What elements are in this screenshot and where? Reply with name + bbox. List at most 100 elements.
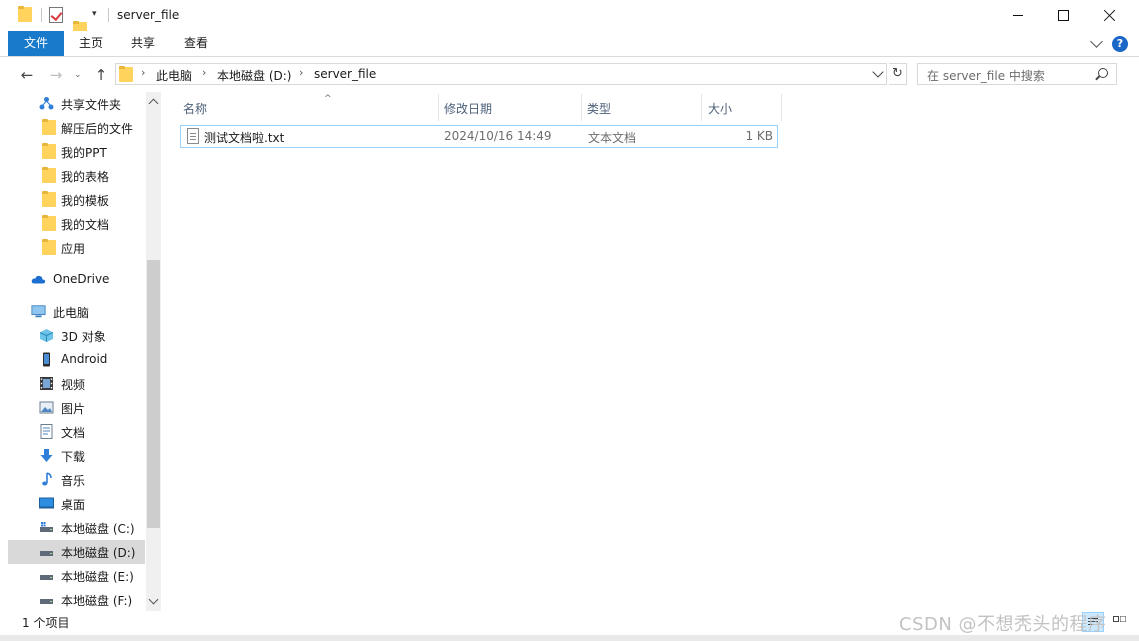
drive-icon — [40, 575, 53, 580]
chevron-right-icon[interactable]: › — [299, 66, 303, 79]
breadcrumb-drive-d[interactable]: 本地磁盘 (D:) — [217, 67, 291, 84]
search-input[interactable]: 在 server_file 中搜索 — [917, 63, 1117, 85]
column-header-name[interactable]: ^ 名称 — [183, 94, 332, 120]
customize-toolbar-icon[interactable]: ▾ — [92, 9, 97, 19]
sidebar-item-my-documents[interactable]: 我的文档 — [8, 212, 145, 236]
cloud-icon — [31, 275, 46, 284]
maximize-icon — [1057, 10, 1069, 21]
title-bar: ▾ server_file — [0, 0, 1139, 37]
picture-icon — [39, 401, 54, 414]
chevron-down-icon[interactable] — [872, 66, 884, 78]
sidebar-item-this-pc[interactable]: 此电脑 — [8, 300, 145, 324]
share-icon — [39, 97, 54, 110]
sidebar-item-label: 下载 — [61, 450, 86, 464]
recent-locations-icon[interactable]: ⌄ — [74, 70, 82, 80]
scrollbar-thumb[interactable] — [147, 260, 160, 528]
download-icon — [40, 449, 53, 462]
sidebar-item-label: OneDrive — [53, 272, 110, 286]
file-type: 文本文档 — [588, 131, 637, 145]
sidebar-item-label: 我的文档 — [61, 218, 110, 232]
sidebar-item-my-ppt[interactable]: 我的PPT — [8, 140, 145, 164]
sidebar-item-label: 共享文件夹 — [61, 98, 122, 112]
sidebar-item-documents[interactable]: 文档 — [8, 420, 145, 444]
close-button[interactable] — [1086, 0, 1132, 31]
tab-home[interactable]: 主页 — [66, 31, 116, 56]
folder-icon — [42, 143, 56, 159]
phone-icon — [43, 352, 50, 367]
sidebar-item-drive-f[interactable]: 本地磁盘 (F:) — [8, 588, 145, 612]
close-icon — [1103, 9, 1116, 22]
forward-button[interactable]: → — [47, 66, 65, 84]
computer-icon — [31, 305, 46, 318]
navigation-bar: ← → ⌄ ↑ › 此电脑 › 本地磁盘 (D:) › server_file … — [0, 58, 1139, 92]
column-divider[interactable] — [438, 94, 439, 121]
maximize-button[interactable] — [1040, 0, 1086, 31]
sidebar-item-label: 本地磁盘 (C:) — [61, 522, 135, 536]
sidebar-item-label: 本地磁盘 (D:) — [61, 546, 136, 560]
column-divider[interactable] — [781, 94, 782, 121]
ribbon: 文件 主页 共享 查看 ? — [0, 31, 1139, 57]
search-icon[interactable] — [1098, 68, 1108, 78]
column-divider[interactable] — [701, 94, 702, 121]
sidebar-item-my-sheets[interactable]: 我的表格 — [8, 164, 145, 188]
sidebar-item-drive-d[interactable]: 本地磁盘 (D:) — [8, 540, 145, 564]
sidebar-item-android[interactable]: Android — [8, 348, 145, 372]
minimize-button[interactable] — [995, 0, 1041, 31]
sidebar-item-onedrive[interactable]: OneDrive — [8, 268, 145, 292]
properties-icon[interactable] — [49, 7, 63, 23]
table-row[interactable]: 测试文档啦.txt 2024/10/16 14:49 文本文档 1 KB — [180, 125, 778, 148]
chevron-right-icon[interactable]: › — [202, 66, 206, 79]
sidebar-item-drive-e[interactable]: 本地磁盘 (E:) — [8, 564, 145, 588]
document-icon — [40, 424, 53, 439]
separator — [41, 8, 42, 22]
sidebar-scrollbar[interactable] — [146, 92, 161, 611]
sidebar-item-label: 本地磁盘 (E:) — [61, 570, 134, 584]
address-bar[interactable]: › 此电脑 › 本地磁盘 (D:) › server_file — [115, 63, 887, 85]
sidebar-item-downloads[interactable]: 下载 — [8, 444, 145, 468]
sidebar-item-drive-c[interactable]: 本地磁盘 (C:) — [8, 516, 145, 540]
scroll-up-icon[interactable] — [148, 98, 159, 109]
refresh-button[interactable]: ↻ — [889, 63, 907, 85]
sidebar-item-desktop[interactable]: 桌面 — [8, 492, 145, 516]
sidebar-item-label: 视频 — [61, 378, 86, 392]
sidebar-item-label: 文档 — [61, 426, 86, 440]
sidebar-item-extracted-files[interactable]: 解压后的文件 — [8, 116, 145, 140]
minimize-icon — [1013, 15, 1023, 16]
tab-file[interactable]: 文件 — [8, 31, 64, 56]
drive-icon — [40, 551, 53, 556]
sidebar-item-videos[interactable]: 视频 — [8, 372, 145, 396]
sidebar-item-apps[interactable]: 应用 — [8, 236, 145, 260]
column-header-size[interactable]: 大小 — [708, 100, 732, 124]
breadcrumb-server-file[interactable]: server_file — [314, 67, 376, 81]
sidebar-item-3d-objects[interactable]: 3D 对象 — [8, 324, 145, 348]
sidebar-item-pictures[interactable]: 图片 — [8, 396, 145, 420]
help-icon[interactable]: ? — [1112, 36, 1128, 52]
file-name: 测试文档啦.txt — [204, 131, 285, 145]
column-divider[interactable] — [581, 94, 582, 121]
sidebar-item-label: 桌面 — [61, 498, 86, 512]
chevron-down-icon[interactable] — [1090, 35, 1103, 48]
sidebar-item-label: 我的PPT — [61, 146, 107, 160]
desktop-icon — [39, 497, 54, 509]
sidebar-item-label: 3D 对象 — [61, 330, 106, 344]
up-button[interactable]: ↑ — [92, 66, 110, 84]
scroll-down-icon[interactable] — [148, 594, 159, 605]
tab-view[interactable]: 查看 — [171, 31, 221, 56]
tab-share[interactable]: 共享 — [118, 31, 168, 56]
folder-icon — [42, 215, 56, 231]
sidebar-item-label: 我的模板 — [61, 194, 110, 208]
music-icon — [42, 472, 52, 486]
breadcrumb-this-pc[interactable]: 此电脑 — [156, 67, 192, 84]
folder-icon — [42, 119, 56, 135]
sidebar-item-shared-folder[interactable]: 共享文件夹 — [8, 92, 145, 116]
back-button[interactable]: ← — [18, 66, 36, 84]
sidebar-item-label: 应用 — [61, 242, 86, 256]
drive-icon — [40, 522, 53, 532]
sidebar-item-music[interactable]: 音乐 — [8, 468, 145, 492]
column-header-type[interactable]: 类型 — [587, 100, 611, 124]
large-icons-view-button[interactable] — [1108, 612, 1130, 632]
column-header-modified[interactable]: 修改日期 — [444, 100, 492, 124]
sidebar-item-my-templates[interactable]: 我的模板 — [8, 188, 145, 212]
cube-icon — [39, 329, 54, 342]
chevron-right-icon[interactable]: › — [141, 66, 145, 79]
